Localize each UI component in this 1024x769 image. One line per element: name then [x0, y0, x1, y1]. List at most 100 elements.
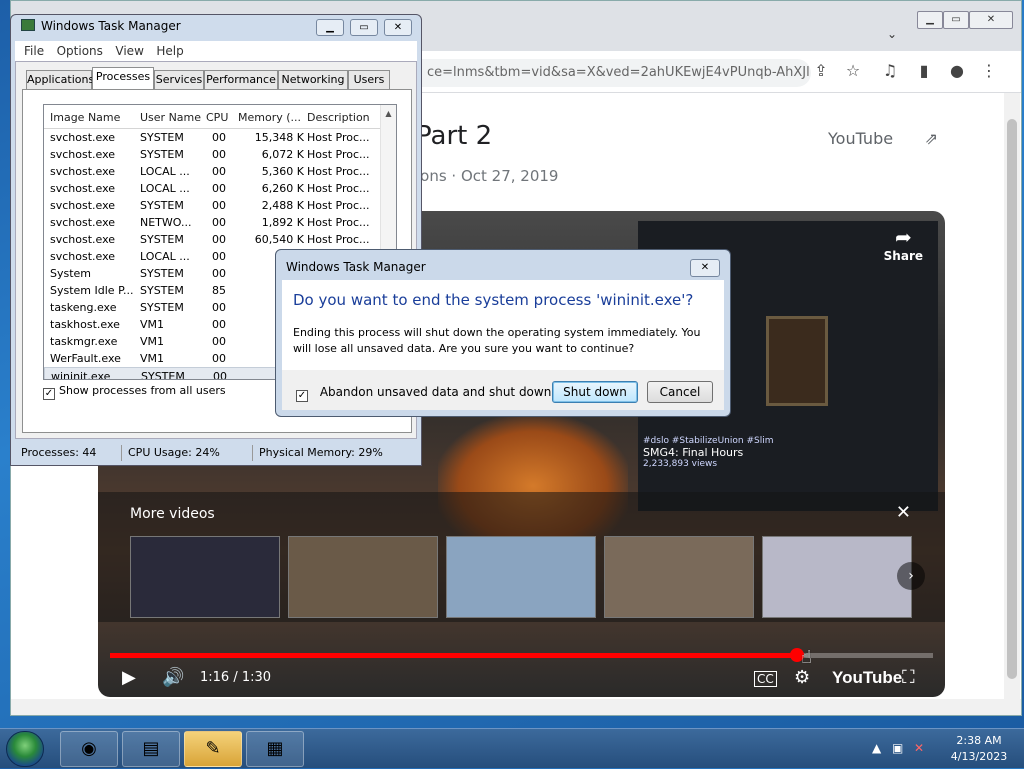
menu-file[interactable]: File	[24, 41, 44, 61]
status-bar: Processes: 44 CPU Usage: 24% Physical Me…	[15, 443, 417, 463]
table-row[interactable]: svchost.exe SYSTEM 00 2,488 K Host Proc...	[44, 197, 396, 214]
status-cpu: CPU Usage: 24%	[128, 446, 220, 459]
task-manager-app-icon	[21, 19, 35, 31]
menu-icon[interactable]: ⋮	[977, 61, 1001, 80]
tab-applications[interactable]: Applications	[26, 70, 94, 89]
tab-users[interactable]: Users	[348, 70, 390, 89]
video-thumbnail[interactable]	[288, 536, 438, 618]
sidepanel-icon[interactable]: ▮	[912, 61, 936, 80]
table-cell: VM1	[140, 318, 165, 331]
abandon-data-checkbox[interactable]: ✓ Abandon unsaved data and shut down.	[296, 385, 555, 402]
table-row[interactable]: svchost.exe SYSTEM 00 6,072 K Host Proc...	[44, 146, 396, 163]
captions-icon[interactable]: CC	[754, 671, 777, 687]
table-cell: LOCAL ...	[140, 165, 190, 178]
minimize-button[interactable]: ▁	[316, 19, 344, 36]
open-youtube-label: YouTube	[828, 129, 894, 148]
table-cell: 2,488 K	[261, 199, 304, 212]
youtube-logo[interactable]: YouTube	[832, 668, 902, 688]
minimize-button[interactable]: ▁	[917, 11, 943, 29]
table-cell: 00	[212, 199, 226, 212]
column-image-name[interactable]: Image Name	[50, 111, 120, 124]
cancel-button[interactable]: Cancel	[647, 381, 713, 403]
start-button[interactable]	[6, 731, 44, 767]
maximize-button[interactable]: ▭	[943, 11, 969, 29]
scroll-up-icon[interactable]: ▲	[381, 109, 396, 118]
table-cell: 00	[212, 301, 226, 314]
maximize-button[interactable]: ▭	[350, 19, 378, 36]
table-cell: SYSTEM	[140, 199, 184, 212]
chrome-taskbar-icon[interactable]: ◉	[60, 731, 118, 767]
show-all-processes-checkbox[interactable]: ✓ Show processes from all users	[43, 384, 226, 400]
table-cell: svchost.exe	[50, 148, 116, 161]
url-input[interactable]: ce=lnms&tbm=vid&sa=X&ved=2ahUKEwjE4vPUnq…	[391, 59, 811, 87]
media-icon[interactable]: ♫	[878, 61, 902, 80]
show-hidden-icons-icon[interactable]: ▲	[872, 741, 881, 755]
share-icon[interactable]: ⇪	[809, 61, 833, 80]
profile-icon[interactable]: ●	[945, 61, 969, 80]
table-cell: svchost.exe	[50, 250, 116, 263]
table-cell: 6,072 K	[261, 148, 304, 161]
close-button[interactable]: ✕	[969, 11, 1013, 29]
clock-date: 4/13/2023	[950, 750, 1008, 763]
table-cell: 00	[212, 352, 226, 365]
close-icon[interactable]: ✕	[896, 502, 911, 523]
column-user-name[interactable]: User Name	[140, 111, 201, 124]
video-frame-overlay: #dslo #StabilizeUnion #Slim SMG4: Final …	[643, 436, 843, 469]
video-thumbnail[interactable]	[446, 536, 596, 618]
table-row[interactable]: svchost.exe SYSTEM 00 15,348 K Host Proc...	[44, 129, 396, 146]
explorer-taskbar-icon[interactable]: ▤	[122, 731, 180, 767]
tab-processes[interactable]: Processes	[92, 67, 154, 90]
share-button[interactable]: ➦ Share	[884, 225, 923, 263]
video-thumbnail[interactable]	[130, 536, 280, 618]
chevron-right-icon[interactable]: ›	[897, 562, 925, 590]
table-row[interactable]: svchost.exe LOCAL ... 00 5,360 K Host Proc..…	[44, 163, 396, 180]
volume-muted-icon[interactable]: ✕	[914, 741, 924, 755]
dialog-close-button[interactable]: ✕	[690, 259, 720, 277]
horizontal-scrollbar[interactable]	[11, 699, 1021, 715]
paint-taskbar-icon[interactable]: ✎	[184, 731, 242, 767]
tab-networking[interactable]: Networking	[278, 70, 348, 89]
more-videos-heading: More videos	[130, 506, 215, 522]
share-label: Share	[883, 249, 923, 263]
vertical-scrollbar[interactable]	[1004, 93, 1020, 701]
clock[interactable]: 2:38 AM 4/13/2023	[944, 733, 1014, 765]
video-thumbnail[interactable]	[604, 536, 754, 618]
table-row[interactable]: svchost.exe SYSTEM 00 60,540 K Host Proc...	[44, 231, 396, 248]
table-cell: svchost.exe	[50, 233, 116, 246]
column-memory[interactable]: Memory (...	[238, 111, 301, 124]
table-cell: Host Proc...	[307, 131, 370, 144]
tab-services[interactable]: Services	[154, 70, 204, 89]
external-link-icon: ⇗	[924, 129, 938, 148]
column-cpu[interactable]: CPU	[206, 111, 228, 124]
video-thumbnail[interactable]	[762, 536, 912, 618]
menu-help[interactable]: Help	[156, 41, 183, 61]
status-divider	[121, 445, 122, 461]
network-icon[interactable]: ▣	[892, 741, 903, 755]
table-row[interactable]: svchost.exe NETWO... 00 1,892 K Host Proc...	[44, 214, 396, 231]
open-youtube-button[interactable]: YouTube ⇗	[814, 119, 954, 159]
menu-options[interactable]: Options	[57, 41, 103, 61]
table-row[interactable]: svchost.exe LOCAL ... 00 6,260 K Host Proc..…	[44, 180, 396, 197]
play-icon[interactable]: ▶	[122, 667, 136, 688]
fullscreen-icon[interactable]: ⛶	[902, 667, 915, 688]
settings-gear-icon[interactable]: ⚙	[794, 667, 810, 688]
table-cell: VM1	[140, 352, 165, 365]
scroll-thumb[interactable]	[1007, 119, 1017, 679]
checkbox-checked-icon[interactable]: ✓	[296, 390, 308, 402]
checkbox-checked-icon[interactable]: ✓	[43, 388, 55, 400]
table-cell: Host Proc...	[307, 199, 370, 212]
task-manager-taskbar-icon[interactable]: ▦	[246, 731, 304, 767]
player-controls: ▶ 🔊 1:16 / 1:30 CC ⚙ YouTube ⛶	[98, 663, 945, 697]
tab-search-icon[interactable]: ⌄	[887, 27, 897, 41]
table-cell: SYSTEM	[140, 148, 184, 161]
dialog-content: Do you want to end the system process 'w…	[282, 280, 724, 370]
menu-view[interactable]: View	[115, 41, 143, 61]
column-description[interactable]: Description	[307, 111, 370, 124]
volume-icon[interactable]: 🔊	[162, 667, 184, 688]
table-cell: 00	[212, 148, 226, 161]
bookmark-star-icon[interactable]: ☆	[841, 61, 865, 80]
close-button[interactable]: ✕	[384, 19, 412, 36]
table-cell: SYSTEM	[140, 131, 184, 144]
tab-performance[interactable]: Performance	[204, 70, 278, 89]
shut-down-button[interactable]: Shut down	[552, 381, 638, 403]
